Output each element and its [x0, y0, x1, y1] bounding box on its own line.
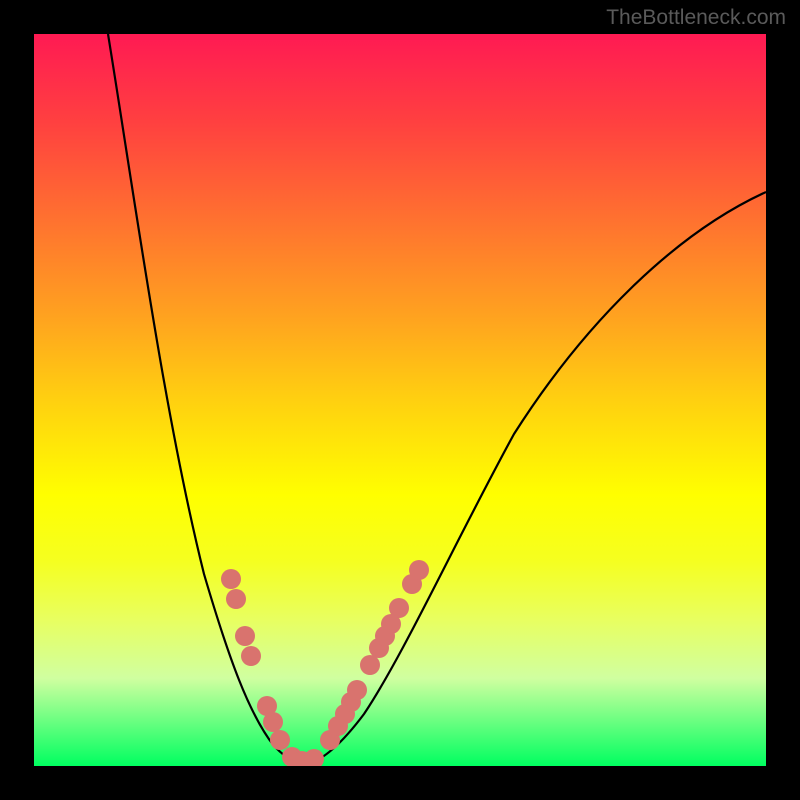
data-point — [304, 749, 324, 766]
data-point — [389, 598, 409, 618]
data-point — [226, 589, 246, 609]
chart-svg — [34, 34, 766, 766]
chart-plot-area — [34, 34, 766, 766]
watermark-label: TheBottleneck.com — [606, 6, 786, 30]
data-point — [241, 646, 261, 666]
data-dots — [221, 560, 429, 766]
data-point — [221, 569, 241, 589]
data-point — [270, 730, 290, 750]
data-point — [409, 560, 429, 580]
data-point — [347, 680, 367, 700]
curve-left — [108, 34, 300, 765]
data-point — [235, 626, 255, 646]
curve-right — [300, 192, 766, 765]
data-point — [263, 712, 283, 732]
data-point — [360, 655, 380, 675]
